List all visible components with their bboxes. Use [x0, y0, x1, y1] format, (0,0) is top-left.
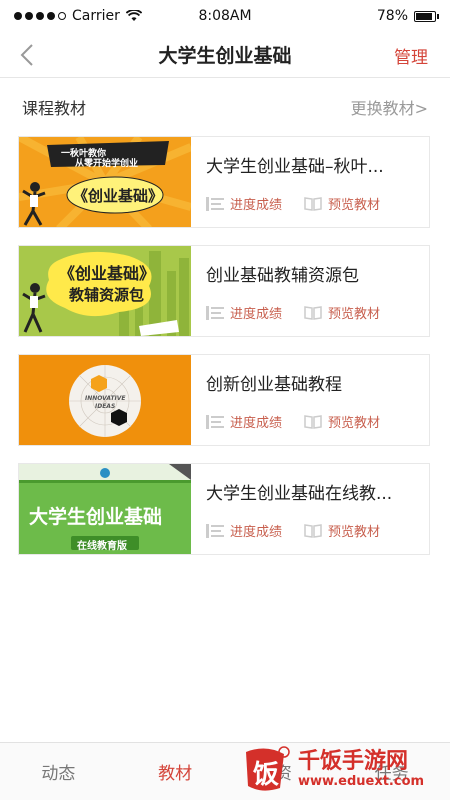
- status-right: 78%: [376, 8, 439, 24]
- battery-icon: [414, 10, 439, 22]
- cover-caption-sub: 在线教育版: [77, 541, 127, 552]
- progress-grades-button[interactable]: 进度成绩: [206, 303, 282, 322]
- course-title: 大学生创业基础–秋叶...: [206, 157, 384, 177]
- course-info: 创新创业基础教程 进度成绩 预览教材: [191, 355, 429, 445]
- progress-grades-label: 进度成绩: [230, 307, 283, 322]
- course-card[interactable]: 《创业基础》 教辅资源包 创业基础教辅资源包 进度成绩 预览教材: [18, 245, 430, 337]
- course-cover-image: 《创业基础》 教辅资源包: [19, 246, 191, 336]
- course-info: 创业基础教辅资源包 进度成绩 预览教材: [191, 246, 429, 336]
- watermark-text: 千饭手游网 www.eduext.com: [298, 748, 425, 789]
- page-title: 大学生创业基础: [158, 45, 292, 67]
- progress-list-icon: [206, 196, 224, 211]
- course-actions: 进度成绩 预览教材: [206, 303, 380, 322]
- progress-list-icon: [206, 305, 224, 320]
- preview-textbook-label: 预览教材: [328, 416, 381, 431]
- watermark-title: 千饭手游网: [298, 748, 409, 774]
- course-actions: 进度成绩 预览教材: [206, 521, 380, 540]
- back-button[interactable]: [12, 38, 42, 72]
- section-title: 课程教材: [22, 99, 87, 118]
- status-left: Carrier: [14, 8, 142, 24]
- progress-grades-label: 进度成绩: [230, 416, 283, 431]
- cover-caption-sub: 从零开始学创业: [75, 159, 139, 169]
- tab-textbook[interactable]: 教材: [158, 759, 192, 784]
- course-cover-image: INNOVATIVE IDEAS: [19, 355, 191, 445]
- book-icon: [304, 196, 322, 211]
- course-actions: 进度成绩 预览教材: [206, 412, 380, 431]
- watermark-url: www.eduext.com: [298, 773, 425, 789]
- cover-caption-sub: IDEAS: [95, 403, 116, 410]
- course-card[interactable]: INNOVATIVE IDEAS 创新创业基础教程 进度成绩 预览教材: [18, 354, 430, 446]
- book-icon: [304, 305, 322, 320]
- progress-list-icon: [206, 523, 224, 538]
- course-title: 创新创业基础教程: [206, 375, 342, 395]
- preview-textbook-label: 预览教材: [328, 525, 381, 540]
- progress-grades-button[interactable]: 进度成绩: [206, 412, 282, 431]
- course-cover-image: 一秋叶教你 从零开始学创业 《创业基础》: [19, 137, 191, 227]
- preview-textbook-label: 预览教材: [328, 307, 381, 322]
- watermark-logo-char: 饭: [253, 760, 280, 790]
- cover-caption-main: 《创业基础》: [73, 187, 164, 205]
- progress-grades-button[interactable]: 进度成绩: [206, 521, 282, 540]
- course-title: 创业基础教辅资源包: [206, 266, 359, 286]
- cover-caption-main: 大学生创业基础: [29, 506, 163, 528]
- course-info: 大学生创业基础–秋叶... 进度成绩 预览教材: [191, 137, 429, 227]
- signal-strength-icon: [14, 12, 66, 20]
- navigation-bar: 大学生创业基础 管理: [0, 32, 450, 78]
- course-card[interactable]: 一秋叶教你 从零开始学创业 《创业基础》 大学生创业基础–秋叶... 进度成绩: [18, 136, 430, 228]
- carrier-label: Carrier: [72, 8, 120, 24]
- change-textbook-link[interactable]: 更换教材>: [351, 95, 428, 119]
- book-icon: [304, 414, 322, 429]
- course-info: 大学生创业基础在线教... 进度成绩 预览教材: [191, 464, 429, 554]
- course-title: 大学生创业基础在线教...: [206, 484, 393, 504]
- progress-grades-label: 进度成绩: [230, 198, 283, 213]
- site-watermark: 饭 千饭手游网 www.eduext.com: [240, 744, 440, 794]
- manage-button[interactable]: 管理: [394, 43, 428, 68]
- status-bar: Carrier 8:08AM 78%: [0, 0, 450, 32]
- preview-textbook-label: 预览教材: [328, 198, 381, 213]
- tab-activity[interactable]: 动态: [41, 759, 75, 784]
- progress-grades-label: 进度成绩: [230, 525, 283, 540]
- progress-grades-button[interactable]: 进度成绩: [206, 194, 282, 213]
- preview-textbook-button[interactable]: 预览教材: [304, 194, 380, 213]
- progress-list-icon: [206, 414, 224, 429]
- section-header: 课程教材 更换教材>: [0, 92, 450, 122]
- book-icon: [304, 523, 322, 538]
- course-actions: 进度成绩 预览教材: [206, 194, 380, 213]
- cover-caption-top: INNOVATIVE: [85, 395, 126, 402]
- course-card[interactable]: 大学生创业基础 在线教育版 大学生创业基础在线教... 进度成绩 预览教材: [18, 463, 430, 555]
- course-list: 一秋叶教你 从零开始学创业 《创业基础》 大学生创业基础–秋叶... 进度成绩: [18, 136, 432, 572]
- battery-percent: 78%: [376, 8, 408, 24]
- wifi-icon: [125, 10, 142, 21]
- cover-caption-sub: 教辅资源包: [69, 286, 145, 304]
- preview-textbook-button[interactable]: 预览教材: [304, 521, 380, 540]
- preview-textbook-button[interactable]: 预览教材: [304, 412, 380, 431]
- course-cover-image: 大学生创业基础 在线教育版: [19, 464, 191, 554]
- cover-caption-main: 《创业基础》: [59, 264, 156, 283]
- preview-textbook-button[interactable]: 预览教材: [304, 303, 380, 322]
- clock-label: 8:08AM: [198, 8, 252, 24]
- chevron-left-icon: [20, 44, 33, 66]
